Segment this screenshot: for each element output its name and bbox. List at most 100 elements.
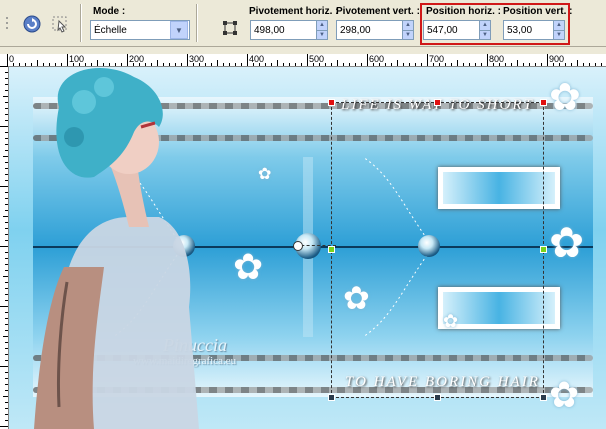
ruler-tick [3, 276, 8, 277]
transform-button[interactable] [218, 16, 242, 40]
ruler-tick [5, 90, 8, 91]
spin-up-icon[interactable]: ▲ [316, 21, 327, 30]
ruler-minor-tick [331, 63, 332, 66]
resize-handle-bottom-left[interactable] [328, 394, 335, 401]
ruler-tick [5, 132, 8, 133]
ruler-label: 400 [249, 54, 265, 64]
ruler-tick [5, 318, 8, 319]
ruler-minor-tick [223, 63, 224, 66]
resize-handle-top-left[interactable] [328, 99, 335, 106]
refresh-preset-icon [23, 15, 41, 33]
ruler-minor-tick [319, 63, 320, 66]
reset-button[interactable] [48, 12, 72, 36]
ruler-minor-tick [259, 63, 260, 66]
ruler-minor-tick [79, 63, 80, 66]
ruler-minor-tick [103, 63, 104, 66]
ruler-major-tick [187, 54, 188, 66]
chevron-down-icon[interactable]: ▼ [170, 21, 188, 39]
spin-up-icon[interactable]: ▲ [402, 21, 413, 30]
toolbar-grip[interactable] [2, 12, 12, 36]
ruler-minor-tick [289, 63, 290, 66]
ruler-minor-tick [163, 63, 164, 66]
ruler-tick [0, 66, 8, 67]
pivot-h-value: 498,00 [254, 24, 285, 36]
ruler-label: 300 [189, 54, 205, 64]
ruler-major-tick [547, 54, 548, 66]
ruler-minor-tick [595, 63, 596, 66]
ruler-tick [5, 138, 8, 139]
ruler-minor-tick [265, 63, 266, 66]
ruler-tick [5, 192, 8, 193]
mode-select[interactable]: Échelle ▼ [90, 20, 190, 40]
ruler-minor-tick [469, 63, 470, 66]
ruler-tick [5, 72, 8, 73]
resize-handle-top-right[interactable] [540, 99, 547, 106]
ruler-tick [5, 234, 8, 235]
ruler-minor-tick [313, 63, 314, 66]
ruler-minor-tick [361, 63, 362, 66]
ruler-tick [5, 330, 8, 331]
ruler-minor-tick [391, 63, 392, 66]
ruler-minor-tick [523, 63, 524, 66]
ruler-minor-tick [325, 63, 326, 66]
toolbar-separator [196, 4, 198, 42]
pivot-v-input[interactable]: 298,00 ▲ ▼ [336, 20, 414, 40]
ruler-minor-tick [583, 63, 584, 66]
pivot-point[interactable] [293, 241, 303, 251]
ruler-tick [3, 396, 8, 397]
ruler-minor-tick [169, 63, 170, 66]
ruler-tick [5, 198, 8, 199]
ruler-minor-tick [85, 63, 86, 66]
resize-handle-bottom-right[interactable] [540, 394, 547, 401]
pivot-h-input[interactable]: 498,00 ▲ ▼ [250, 20, 328, 40]
ruler-tick [5, 84, 8, 85]
resize-handle-right[interactable] [540, 246, 547, 253]
resize-handle-bottom[interactable] [434, 394, 441, 401]
presets-button[interactable] [20, 12, 44, 36]
ruler-minor-tick [565, 63, 566, 66]
resize-handle-left[interactable] [328, 246, 335, 253]
ruler-minor-tick [151, 63, 152, 66]
ruler-minor-tick [337, 60, 338, 66]
ruler-minor-tick [19, 63, 20, 66]
ruler-tick [5, 144, 8, 145]
ruler-tick [0, 426, 8, 427]
ruler-minor-tick [139, 63, 140, 66]
ruler-minor-tick [145, 63, 146, 66]
ruler-minor-tick [529, 63, 530, 66]
ruler-tick [5, 360, 8, 361]
ruler-tick [0, 246, 8, 247]
pivot-v-spinner[interactable]: ▲ ▼ [402, 21, 413, 39]
ruler-minor-tick [25, 63, 26, 66]
ruler-minor-tick [271, 63, 272, 66]
ruler-minor-tick [535, 63, 536, 66]
ruler-label: 900 [549, 54, 565, 64]
ruler-minor-tick [589, 63, 590, 66]
ruler-major-tick [7, 54, 8, 66]
ruler-major-tick [127, 54, 128, 66]
ruler-minor-tick [181, 63, 182, 66]
ruler-minor-tick [241, 63, 242, 66]
ruler-minor-tick [97, 60, 98, 66]
ruler-tick [5, 204, 8, 205]
ruler-tick [5, 210, 8, 211]
ruler-minor-tick [157, 60, 158, 66]
ruler-minor-tick [517, 60, 518, 66]
ruler-minor-tick [499, 63, 500, 66]
resize-handle-top[interactable] [434, 99, 441, 106]
pivot-h-spinner[interactable]: ▲ ▼ [316, 21, 327, 39]
ruler-minor-tick [481, 63, 482, 66]
spin-down-icon[interactable]: ▼ [316, 29, 327, 39]
ruler-tick [5, 294, 8, 295]
tool-options-toolbar: Mode : Échelle ▼ Pivotement horiz. : 498… [0, 0, 606, 47]
spin-down-icon[interactable]: ▼ [402, 29, 413, 39]
ruler-label: 200 [129, 54, 145, 64]
layer-selection-box[interactable] [328, 99, 547, 401]
ruler-minor-tick [373, 63, 374, 66]
ruler-minor-tick [37, 60, 38, 66]
ruler-tick [5, 240, 8, 241]
image-canvas[interactable]: ✿ ✿ ✿ ✿ LIFE IS WAY TO SHORT TO HAVE BOR… [9, 67, 606, 429]
ruler-tick [5, 162, 8, 163]
pivot-v-label: Pivotement vert. : [336, 6, 420, 17]
ruler-minor-tick [403, 63, 404, 66]
